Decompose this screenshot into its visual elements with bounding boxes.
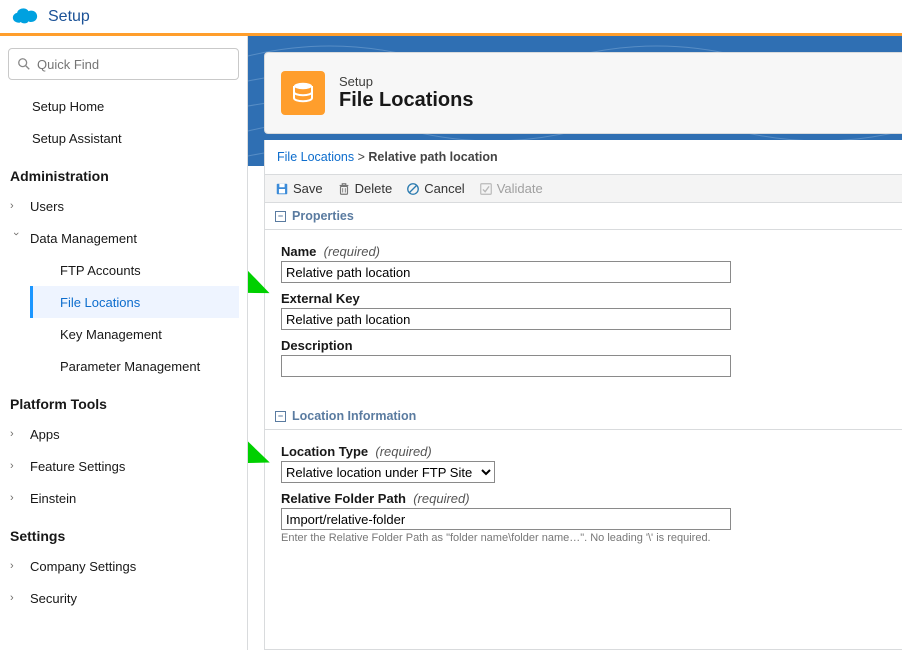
- nav-item-security[interactable]: › Security: [8, 582, 239, 614]
- location-type-label: Location Type (required): [281, 444, 432, 459]
- nav-label: Apps: [30, 427, 60, 442]
- chevron-down-icon: ›: [10, 232, 22, 244]
- nav-label: Security: [30, 591, 77, 606]
- relative-path-hint: Enter the Relative Folder Path as "folde…: [281, 532, 886, 544]
- nav-item-apps[interactable]: › Apps: [8, 418, 239, 450]
- relative-path-label: Relative Folder Path (required): [281, 491, 470, 506]
- header-eyebrow: Setup: [339, 74, 473, 89]
- nav-label: Company Settings: [30, 559, 136, 574]
- field-external-key: External Key: [281, 291, 886, 330]
- search-icon: [17, 57, 31, 71]
- trash-icon: [337, 182, 351, 196]
- chevron-right-icon: ›: [10, 492, 22, 504]
- external-key-input[interactable]: [281, 308, 731, 330]
- nav-section-platform-tools: Platform Tools: [8, 382, 239, 418]
- nav-sub-data-management: FTP Accounts File Locations Key Manageme…: [8, 254, 239, 382]
- nav-item-users[interactable]: › Users: [8, 190, 239, 222]
- section-title: Properties: [292, 209, 354, 223]
- name-input[interactable]: [281, 261, 731, 283]
- properties-form: Name (required) External Key Description: [265, 230, 902, 403]
- field-description: Description: [281, 338, 886, 377]
- crumb-sep: >: [358, 150, 365, 164]
- salesforce-cloud-icon: [10, 7, 40, 27]
- validate-label: Validate: [497, 181, 543, 196]
- save-icon: [275, 182, 289, 196]
- delete-label: Delete: [355, 181, 393, 196]
- section-location-info-header[interactable]: − Location Information: [265, 403, 902, 430]
- location-info-form: Location Type (required) Relative locati…: [265, 430, 902, 570]
- nav-label: Users: [30, 199, 64, 214]
- external-key-label: External Key: [281, 291, 360, 306]
- nav-label: Data Management: [30, 231, 137, 246]
- nav-leaf-ftp-accounts[interactable]: FTP Accounts: [30, 254, 239, 286]
- action-toolbar: Save Delete Cancel Validate: [265, 175, 902, 203]
- file-locations-icon: [281, 71, 325, 115]
- sidebar: Setup Home Setup Assistant Administratio…: [0, 36, 248, 650]
- section-title: Location Information: [292, 409, 416, 423]
- app-name: Setup: [48, 8, 90, 26]
- crumb-root-link[interactable]: File Locations: [277, 150, 354, 164]
- nav-setup-home[interactable]: Setup Home: [8, 90, 239, 122]
- nav-setup-assistant[interactable]: Setup Assistant: [8, 122, 239, 154]
- nav-item-data-management[interactable]: › Data Management: [8, 222, 239, 254]
- quick-find-wrapper[interactable]: [8, 48, 239, 80]
- chevron-right-icon: ›: [10, 460, 22, 472]
- collapse-icon: −: [275, 211, 286, 222]
- relative-path-input[interactable]: [281, 508, 731, 530]
- collapse-icon: −: [275, 411, 286, 422]
- name-label: Name (required): [281, 244, 380, 259]
- app-header: Setup: [0, 0, 902, 36]
- nav-leaf-key-management[interactable]: Key Management: [30, 318, 239, 350]
- nav-label: Einstein: [30, 491, 76, 506]
- nav-leaf-file-locations[interactable]: File Locations: [30, 286, 239, 318]
- crumb-current: Relative path location: [368, 150, 497, 164]
- location-type-select[interactable]: Relative location under FTP Site: [281, 461, 495, 483]
- nav-item-einstein[interactable]: › Einstein: [8, 482, 239, 514]
- page-header-card: Setup File Locations: [264, 52, 902, 134]
- content-panel: File Locations > Relative path location …: [264, 140, 902, 650]
- cancel-label: Cancel: [424, 181, 464, 196]
- quick-find-input[interactable]: [37, 57, 230, 72]
- nav-section-settings: Settings: [8, 514, 239, 550]
- delete-button[interactable]: Delete: [337, 181, 393, 196]
- cancel-icon: [406, 182, 420, 196]
- nav-item-company-settings[interactable]: › Company Settings: [8, 550, 239, 582]
- chevron-right-icon: ›: [10, 428, 22, 440]
- validate-button: Validate: [479, 181, 543, 196]
- description-label: Description: [281, 338, 353, 353]
- main-panel: Setup File Locations File Locations > Re…: [248, 36, 902, 650]
- check-icon: [479, 182, 493, 196]
- section-properties-header[interactable]: − Properties: [265, 203, 902, 230]
- nav-section-administration: Administration: [8, 154, 239, 190]
- chevron-right-icon: ›: [10, 592, 22, 604]
- breadcrumb: File Locations > Relative path location: [265, 140, 902, 175]
- chevron-right-icon: ›: [10, 560, 22, 572]
- nav-item-feature-settings[interactable]: › Feature Settings: [8, 450, 239, 482]
- nav-label: Feature Settings: [30, 459, 125, 474]
- nav-leaf-parameter-management[interactable]: Parameter Management: [30, 350, 239, 382]
- field-relative-folder-path: Relative Folder Path (required) Enter th…: [281, 491, 886, 544]
- page-title: File Locations: [339, 89, 473, 112]
- field-name: Name (required): [281, 244, 886, 283]
- save-label: Save: [293, 181, 323, 196]
- description-input[interactable]: [281, 355, 731, 377]
- cancel-button[interactable]: Cancel: [406, 181, 464, 196]
- field-location-type: Location Type (required) Relative locati…: [281, 444, 886, 483]
- chevron-right-icon: ›: [10, 200, 22, 212]
- save-button[interactable]: Save: [275, 181, 323, 196]
